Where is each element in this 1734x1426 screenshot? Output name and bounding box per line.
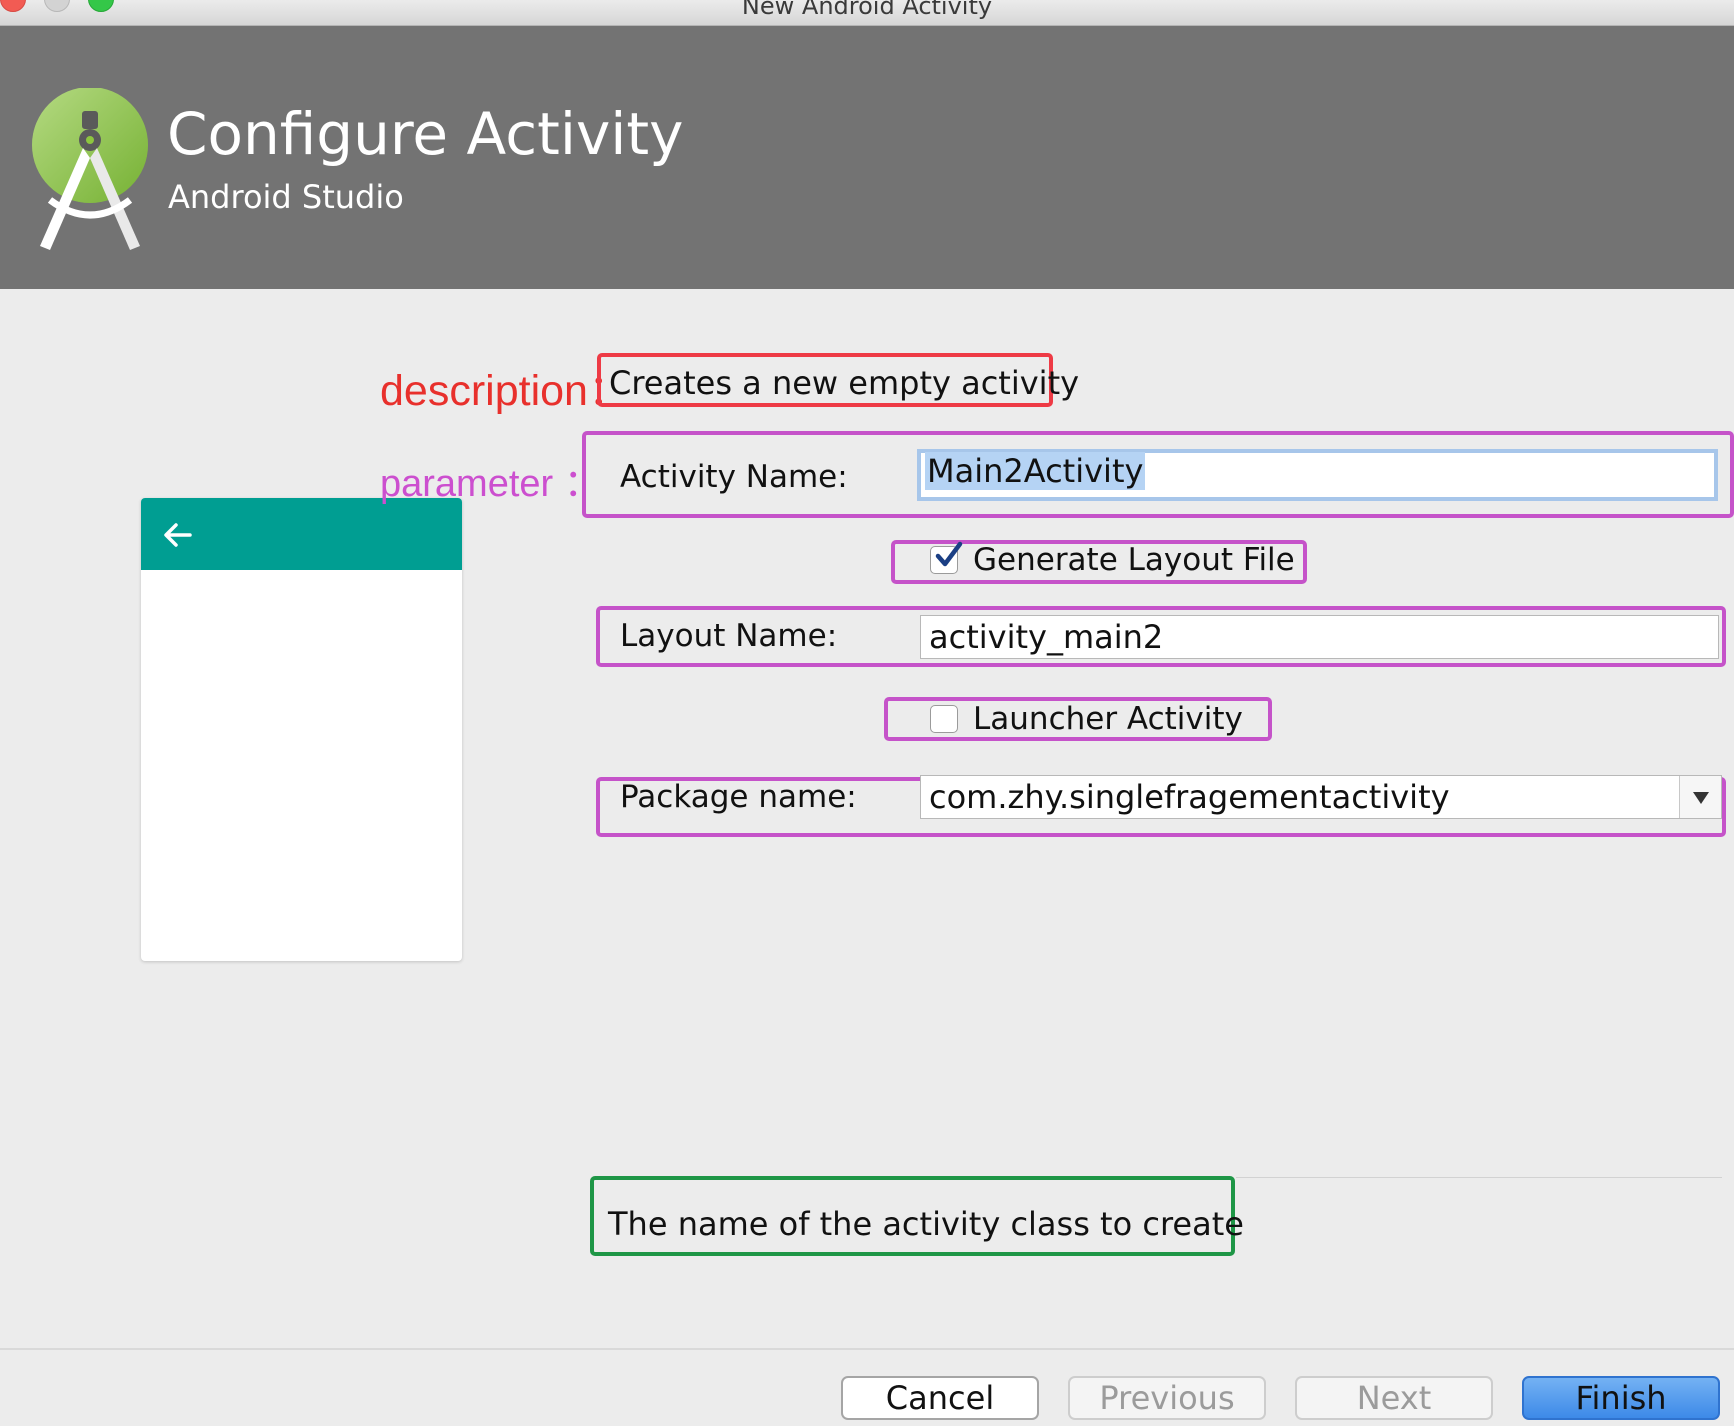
arrow-left-icon	[164, 523, 192, 547]
previous-button[interactable]: Previous	[1068, 1376, 1266, 1420]
activity-preview	[141, 498, 462, 961]
generate-layout-checkbox[interactable]	[930, 541, 963, 574]
finish-button[interactable]: Finish	[1522, 1376, 1720, 1420]
layout-name-label: Layout Name:	[620, 618, 838, 654]
package-name-value: com.zhy.singlefragementactivity	[929, 778, 1450, 816]
android-studio-logo-icon	[32, 88, 148, 250]
chevron-down-icon	[1693, 792, 1709, 804]
preview-toolbar	[141, 498, 462, 570]
help-separator	[1236, 1177, 1722, 1178]
layout-name-input[interactable]: activity_main2	[920, 615, 1719, 659]
wizard-header: Configure Activity Android Studio	[0, 26, 1734, 289]
activity-name-value: Main2Activity	[925, 452, 1146, 490]
check-icon	[935, 541, 963, 567]
annotation-parameter-label: parameter ：	[380, 463, 602, 505]
package-name-dropdown-button[interactable]	[1679, 776, 1721, 818]
launcher-activity-checkbox[interactable]	[930, 705, 958, 733]
help-text: The name of the activity class to create	[608, 1205, 1244, 1243]
annotation-description-label: description：	[380, 367, 631, 415]
window-title: New Android Activity	[741, 0, 993, 20]
generate-layout-label: Generate Layout File	[973, 542, 1295, 578]
package-name-label: Package name:	[620, 779, 857, 815]
cancel-button[interactable]: Cancel	[841, 1376, 1039, 1420]
page-title: Configure Activity	[167, 100, 684, 168]
footer-divider	[0, 1348, 1734, 1350]
next-button[interactable]: Next	[1295, 1376, 1493, 1420]
launcher-activity-label: Launcher Activity	[973, 701, 1243, 737]
activity-name-input[interactable]: Main2Activity	[917, 449, 1718, 501]
activity-description: Creates a new empty activity	[609, 364, 1080, 402]
package-name-select[interactable]: com.zhy.singlefragementactivity	[920, 775, 1722, 819]
page-subtitle: Android Studio	[168, 178, 404, 216]
activity-name-label: Activity Name:	[620, 459, 848, 495]
window-titlebar: New Android Activity	[0, 0, 1734, 26]
